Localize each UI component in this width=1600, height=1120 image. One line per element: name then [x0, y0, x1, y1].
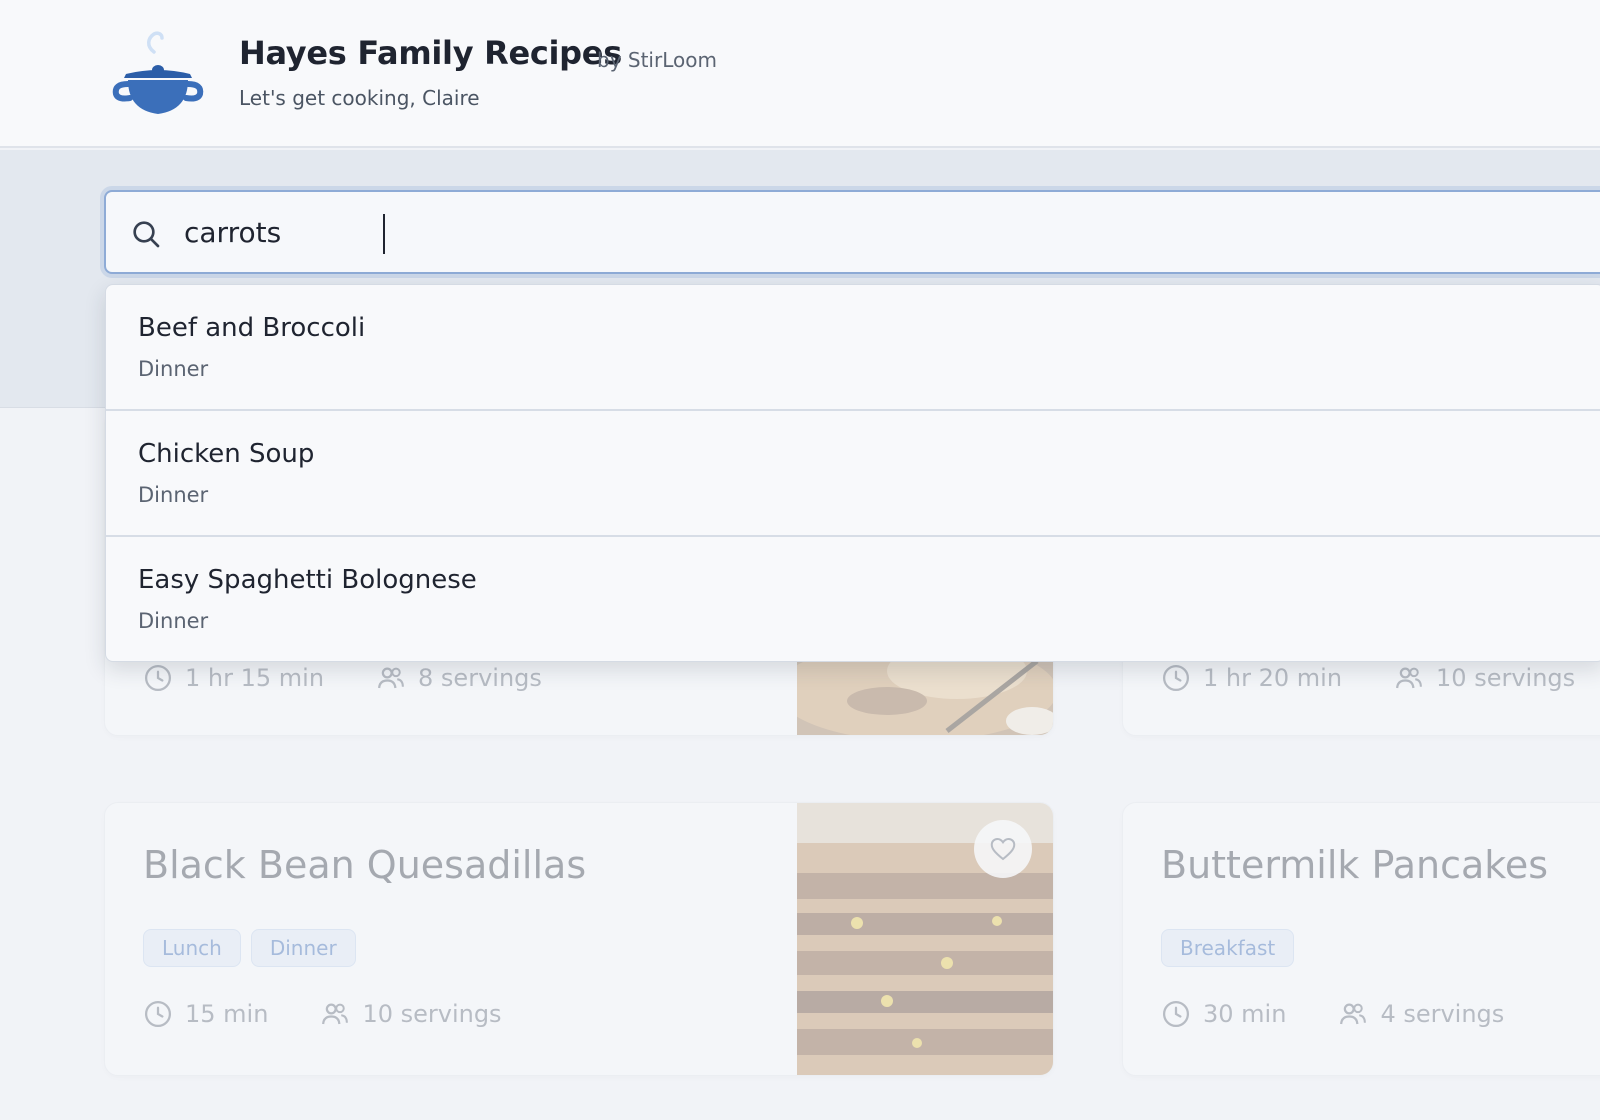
- recipe-meta: 15 min 10 servings: [143, 999, 502, 1029]
- recipe-title: Buttermilk Pancakes: [1161, 843, 1549, 887]
- recipe-meta: 1 hr 20 min 10 servings: [1161, 663, 1575, 693]
- recipe-time: 1 hr 15 min: [185, 664, 325, 692]
- recipe-tag[interactable]: Lunch: [143, 929, 241, 967]
- suggestion-category: Dinner: [138, 609, 209, 633]
- recipe-servings: 8 servings: [418, 664, 542, 692]
- recipe-time: 15 min: [185, 1000, 269, 1028]
- search-icon: [133, 221, 160, 248]
- suggestion-name: Easy Spaghetti Bolognese: [138, 565, 477, 595]
- recipe-servings: 10 servings: [1436, 664, 1576, 692]
- heart-icon: [990, 837, 1016, 861]
- suggestion-category: Dinner: [138, 483, 209, 507]
- recipe-tag[interactable]: Breakfast: [1161, 929, 1295, 967]
- recipe-meta: 30 min 4 servings: [1161, 999, 1504, 1029]
- recipe-card[interactable]: Buttermilk Pancakes Breakfast 30 min 4 s…: [1122, 802, 1600, 1076]
- recipe-tags: Lunch Dinner: [143, 929, 356, 967]
- servings-icon: [1340, 1003, 1367, 1025]
- recipe-time: 30 min: [1203, 1000, 1287, 1028]
- recipe-photo: [797, 803, 1053, 1075]
- recipe-meta: 1 hr 15 min 8 servings: [143, 663, 542, 693]
- suggestion-item[interactable]: Beef and Broccoli Dinner: [106, 285, 1600, 411]
- clock-icon: [145, 1001, 171, 1027]
- suggestion-name: Beef and Broccoli: [138, 313, 366, 343]
- clock-icon: [1163, 665, 1189, 691]
- favorite-button[interactable]: [974, 820, 1032, 878]
- suggestion-name: Chicken Soup: [138, 439, 315, 469]
- suggestion-item[interactable]: Chicken Soup Dinner: [106, 411, 1600, 537]
- recipe-servings: 4 servings: [1380, 1000, 1505, 1028]
- suggestion-item[interactable]: Easy Spaghetti Bolognese Dinner: [106, 537, 1600, 661]
- recipe-tag[interactable]: Dinner: [250, 929, 356, 967]
- recipe-title: Black Bean Quesadillas: [143, 843, 587, 887]
- clock-icon: [145, 665, 171, 691]
- search-input[interactable]: [184, 206, 1584, 258]
- search-box[interactable]: [104, 190, 1600, 274]
- servings-icon: [378, 667, 404, 689]
- recipe-time: 1 hr 20 min: [1203, 664, 1343, 692]
- clock-icon: [1163, 1001, 1189, 1027]
- recipe-tags: Breakfast: [1161, 929, 1295, 967]
- servings-icon: [322, 1003, 349, 1025]
- recipe-servings: 10 servings: [362, 1000, 502, 1028]
- text-caret: [383, 214, 385, 254]
- search-suggestions: Beef and Broccoli Dinner Chicken Soup Di…: [105, 284, 1600, 662]
- servings-icon: [1396, 667, 1422, 689]
- suggestion-category: Dinner: [138, 357, 209, 381]
- recipe-card[interactable]: Black Bean Quesadillas Lunch Dinner 15 m…: [104, 802, 1054, 1076]
